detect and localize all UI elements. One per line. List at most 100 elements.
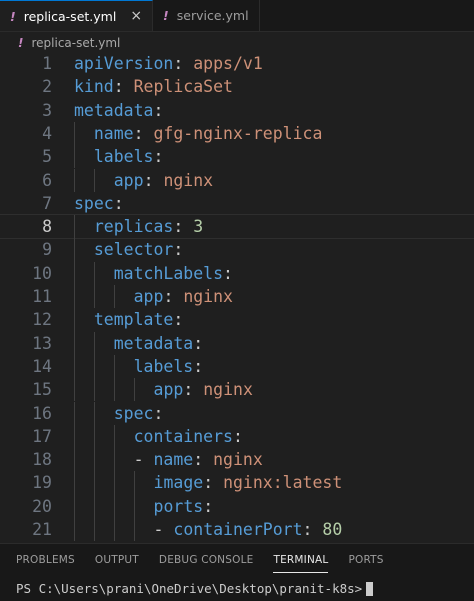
code-token: nginx bbox=[213, 450, 263, 470]
line-number: 8 bbox=[42, 217, 52, 237]
yaml-file-icon: ! bbox=[18, 36, 24, 50]
code-token: : bbox=[173, 310, 184, 330]
code-token: selector bbox=[93, 240, 174, 260]
code-text: image: nginx:latest bbox=[154, 471, 343, 494]
code-line[interactable]: 15 app: nginx bbox=[0, 378, 474, 402]
code-line[interactable]: 12 template: bbox=[0, 308, 474, 332]
code-text: containers: bbox=[134, 425, 243, 448]
code-line[interactable]: 3 metadata: bbox=[0, 99, 474, 122]
code-line[interactable]: 16 spec: bbox=[0, 401, 474, 425]
line-number: 15 bbox=[32, 380, 52, 400]
code-token: labels bbox=[93, 147, 154, 167]
code-text: matchLabels: bbox=[114, 262, 233, 285]
code-token: : bbox=[193, 333, 204, 353]
indent-guide bbox=[74, 354, 75, 379]
code-token: : bbox=[163, 287, 184, 306]
indent-guide bbox=[113, 471, 115, 495]
panel-tab-terminal[interactable]: TERMINAL bbox=[273, 544, 329, 577]
line-number: 13 bbox=[32, 333, 52, 353]
indent-guide bbox=[93, 285, 95, 309]
line-number: 1 bbox=[42, 54, 52, 73]
code-token: template bbox=[93, 310, 174, 330]
code-line[interactable]: 18 - name: nginx bbox=[0, 448, 474, 472]
indent-guide bbox=[74, 308, 75, 332]
code-text: spec: bbox=[114, 402, 164, 425]
code-token: : bbox=[143, 170, 164, 190]
code-text: ports: bbox=[154, 495, 214, 518]
code-line[interactable]: 5 labels: bbox=[0, 145, 474, 169]
code-line[interactable]: 2 kind: ReplicaSet bbox=[0, 75, 474, 98]
indent-guide bbox=[93, 261, 95, 285]
tab-replica-set-yml[interactable]: ! replica-set.yml × bbox=[0, 0, 154, 31]
code-line[interactable]: 1 apiVersion: apps/v1 bbox=[0, 52, 474, 75]
panel-tab-debug-console[interactable]: DEBUG CONSOLE bbox=[159, 544, 254, 577]
code-token: 3 bbox=[193, 217, 204, 237]
code-line[interactable]: 10 matchLabels: bbox=[0, 261, 474, 285]
code-token: app bbox=[133, 287, 164, 306]
code-token: labels bbox=[133, 356, 194, 376]
indent-guide bbox=[113, 378, 115, 402]
code-token: containers bbox=[133, 426, 233, 446]
tab-service-yml[interactable]: ! service.yml bbox=[153, 0, 260, 31]
indent-guide bbox=[93, 354, 95, 379]
code-line[interactable]: 11 app: nginx bbox=[0, 285, 474, 309]
code-token: - bbox=[133, 450, 154, 470]
code-token: : bbox=[133, 123, 154, 143]
code-editor[interactable]: 1 apiVersion: apps/v1 2 kind: ReplicaSet 3 me… bbox=[0, 50, 474, 543]
terminal[interactable]: PS C:\Users\prani\OneDrive\Desktop\prani… bbox=[0, 576, 474, 601]
breadcrumb-file[interactable]: replica-set.yml bbox=[31, 36, 120, 50]
code-line[interactable]: 13 metadata: bbox=[0, 331, 474, 355]
code-token: ReplicaSet bbox=[133, 77, 233, 97]
code-line[interactable]: 7 spec: bbox=[0, 192, 474, 215]
code-token: matchLabels bbox=[113, 263, 224, 283]
indent-guide bbox=[74, 518, 75, 542]
indent-guide bbox=[113, 448, 115, 472]
code-line[interactable]: 6 app: nginx bbox=[0, 168, 474, 192]
indent-guide bbox=[113, 494, 115, 518]
code-text: selector: bbox=[94, 238, 183, 261]
indent-guide bbox=[113, 518, 115, 542]
indent-guide bbox=[93, 168, 95, 192]
tab-label: replica-set.yml bbox=[23, 8, 117, 24]
code-token: : bbox=[223, 263, 233, 283]
code-token: replicas bbox=[93, 217, 174, 237]
indent-guide bbox=[133, 494, 135, 518]
line-number: 11 bbox=[32, 287, 52, 306]
code-token: nginx bbox=[203, 380, 253, 400]
code-line[interactable]: 4 name: gfg-nginx-replica bbox=[0, 121, 474, 146]
line-number: 2 bbox=[42, 77, 52, 97]
code-line[interactable]: 8 replicas: 3 bbox=[0, 214, 474, 240]
panel-tab-ports[interactable]: PORTS bbox=[348, 544, 383, 577]
code-token: app bbox=[113, 170, 144, 190]
tab-label: service.yml bbox=[176, 8, 249, 23]
code-token: nginx bbox=[183, 287, 233, 306]
code-line[interactable]: 20 ports: bbox=[0, 494, 474, 518]
code-token: spec bbox=[113, 403, 154, 423]
code-text: spec: bbox=[74, 192, 124, 215]
code-token: ports bbox=[153, 496, 204, 516]
code-text: - containerPort: 80 bbox=[154, 518, 343, 541]
code-line[interactable]: 17 containers: bbox=[0, 424, 474, 449]
code-text: - name: nginx bbox=[134, 448, 263, 471]
code-token: : bbox=[153, 403, 164, 423]
panel-tab-problems[interactable]: PROBLEMS bbox=[16, 544, 75, 577]
editor-tab-bar: ! replica-set.yml × ! service.yml bbox=[0, 0, 474, 32]
code-line[interactable]: 9 selector: bbox=[0, 238, 474, 262]
line-number: 4 bbox=[42, 123, 52, 143]
indent-guide bbox=[74, 121, 75, 146]
line-number: 14 bbox=[32, 356, 52, 376]
code-token: apiVersion bbox=[74, 54, 174, 73]
code-line[interactable]: 21 - containerPort: 80 bbox=[0, 518, 474, 542]
code-line[interactable]: 19 image: nginx:latest bbox=[0, 471, 474, 495]
code-token: - bbox=[153, 520, 174, 539]
indent-guide bbox=[74, 145, 75, 169]
line-number: 9 bbox=[42, 240, 52, 260]
close-icon[interactable]: × bbox=[130, 8, 142, 24]
indent-guide bbox=[74, 168, 75, 192]
indent-guide bbox=[74, 261, 75, 285]
indent-guide bbox=[74, 424, 75, 449]
panel-tab-output[interactable]: OUTPUT bbox=[95, 544, 139, 577]
indent-guide bbox=[74, 331, 75, 355]
yaml-file-icon: ! bbox=[163, 8, 169, 23]
code-line[interactable]: 14 labels: bbox=[0, 354, 474, 379]
